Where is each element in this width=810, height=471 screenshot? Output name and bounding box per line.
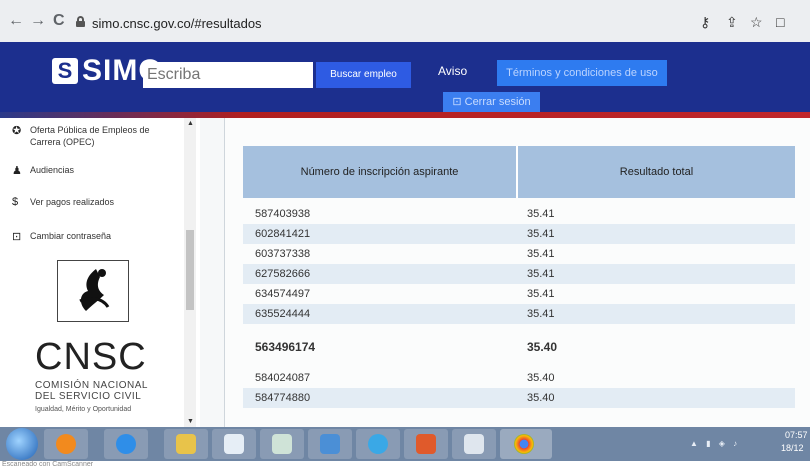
- sidebar-item-label: Cambiar contraseña: [30, 231, 112, 241]
- terms-button[interactable]: Términos y condiciones de uso: [497, 60, 667, 86]
- table-row: 584024087 35.40: [243, 368, 795, 388]
- total-score: 35.41: [527, 308, 555, 320]
- dollar-icon: $: [12, 196, 19, 208]
- back-icon[interactable]: ←: [8, 12, 24, 30]
- key-icon[interactable]: ⚷: [700, 14, 710, 31]
- sidebar-item-label: Ver pagos realizados: [30, 197, 115, 207]
- sidebar-item-opec[interactable]: ✪ Oferta Pública de Empleos de Carrera (…: [12, 124, 180, 148]
- site-header: S SIMO Buscar empleo Aviso Términos y co…: [0, 42, 810, 118]
- table-header: Número de inscripción aspirante Resultad…: [243, 146, 795, 198]
- presentation-icon[interactable]: [404, 429, 448, 459]
- calendar-icon[interactable]: [260, 429, 304, 459]
- lock-icon: ⊡: [12, 231, 22, 243]
- inscription-number: 635524444: [255, 308, 311, 320]
- clock-time[interactable]: 07:57: [785, 430, 808, 440]
- table-row: 635524444 35.41: [243, 304, 795, 324]
- total-score: 35.40: [527, 340, 558, 354]
- inscription-number: 603737338: [255, 248, 311, 260]
- table-row: 587403938 35.41: [243, 204, 795, 224]
- logout-label: Cerrar sesión: [464, 96, 531, 108]
- folder-icon[interactable]: [164, 429, 208, 459]
- share-icon[interactable]: ⇪: [726, 14, 738, 31]
- internet-explorer-icon[interactable]: [104, 429, 148, 459]
- aviso-link[interactable]: Aviso: [438, 64, 467, 78]
- sidebar-scrollbar[interactable]: ▲ ▼: [184, 118, 196, 427]
- cnsc-emblem: [57, 260, 129, 322]
- lock-icon: [76, 16, 85, 27]
- total-score: 35.40: [527, 372, 555, 384]
- column-header-inscripcion: Número de inscripción aspirante: [300, 166, 459, 178]
- address-bar[interactable]: simo.cnsc.gov.co/#resultados: [92, 16, 262, 31]
- audience-icon: ♟: [12, 165, 22, 177]
- scroll-down-icon[interactable]: ▼: [187, 418, 194, 425]
- chrome-taskbar-icon[interactable]: [500, 429, 552, 459]
- clock-date[interactable]: 18/12: [781, 443, 804, 453]
- logout-icon: ⊡: [452, 96, 465, 108]
- system-tray-icons[interactable]: ▲ ▮ ◈ ♪: [690, 439, 740, 448]
- table-row: 602841421 35.41: [243, 224, 795, 244]
- cnsc-tagline: Igualdad, Mérito y Oportunidad: [35, 406, 132, 413]
- search-button[interactable]: Buscar empleo: [316, 62, 411, 88]
- sidebar-item-label: Oferta Pública de Empleos de Carrera (OP…: [30, 125, 150, 147]
- forward-icon[interactable]: →: [30, 12, 46, 30]
- sidebar-item-label: Audiencias: [30, 165, 75, 175]
- table-row: 603737338 35.41: [243, 244, 795, 264]
- inscription-number: 634574497: [255, 288, 311, 300]
- total-score: 35.41: [527, 268, 555, 280]
- cnsc-line-2: DEL SERVICIO CIVIL: [35, 391, 142, 402]
- document-icon[interactable]: [212, 429, 256, 459]
- sidebar: ✪ Oferta Pública de Empleos de Carrera (…: [0, 118, 200, 427]
- globe-icon: ✪: [12, 125, 22, 137]
- start-button-icon[interactable]: [6, 428, 38, 460]
- table-row: 584774880 35.40: [243, 388, 795, 408]
- cnsc-line-1: COMISIÓN NACIONAL: [35, 380, 148, 391]
- skype-icon[interactable]: [356, 429, 400, 459]
- scanner-note: Escaneado con CamScanner: [2, 461, 94, 468]
- total-score: 35.40: [527, 392, 555, 404]
- total-score: 35.41: [527, 208, 555, 220]
- table-row: 563496174 35.40: [243, 336, 795, 356]
- reload-icon[interactable]: C: [53, 12, 65, 30]
- inscription-number: 563496174: [255, 340, 316, 354]
- scanner-watermark: Escaneado con CamScanner: [0, 461, 810, 471]
- sidebar-item-pagos[interactable]: $ Ver pagos realizados: [12, 196, 180, 208]
- inscription-number: 627582666: [255, 268, 311, 280]
- cnsc-title: CNSC: [35, 336, 147, 378]
- window-icon[interactable]: □: [776, 14, 784, 30]
- total-score: 35.41: [527, 288, 555, 300]
- total-score: 35.41: [527, 248, 555, 260]
- network-icon[interactable]: [308, 429, 352, 459]
- results-panel: Número de inscripción aspirante Resultad…: [200, 118, 810, 427]
- browser-toolbar: ← → C simo.cnsc.gov.co/#resultados ⚷ ⇪ ☆…: [0, 0, 810, 42]
- sidebar-item-contrasena[interactable]: ⊡ Cambiar contraseña: [12, 230, 180, 243]
- star-icon[interactable]: ☆: [750, 14, 763, 31]
- logout-button[interactable]: ⊡ Cerrar sesión: [443, 92, 540, 112]
- inscription-number: 584774880: [255, 392, 311, 404]
- inscription-number: 584024087: [255, 372, 311, 384]
- inscription-number: 602841421: [255, 228, 311, 240]
- column-header-resultado: Resultado total: [619, 166, 694, 178]
- sidebar-item-audiencias[interactable]: ♟ Audiencias: [12, 164, 180, 177]
- app-icon[interactable]: [452, 429, 496, 459]
- scroll-up-icon[interactable]: ▲: [187, 120, 194, 127]
- media-player-icon[interactable]: [44, 429, 88, 459]
- os-taskbar: ▲ ▮ ◈ ♪ 07:57 18/12: [0, 427, 810, 461]
- inscription-number: 587403938: [255, 208, 311, 220]
- search-input[interactable]: [143, 62, 313, 88]
- table-row: 627582666 35.41: [243, 264, 795, 284]
- table-row: 634574497 35.41: [243, 284, 795, 304]
- scrollbar-thumb[interactable]: [186, 230, 194, 310]
- total-score: 35.41: [527, 228, 555, 240]
- simo-logo-icon: S: [52, 58, 78, 84]
